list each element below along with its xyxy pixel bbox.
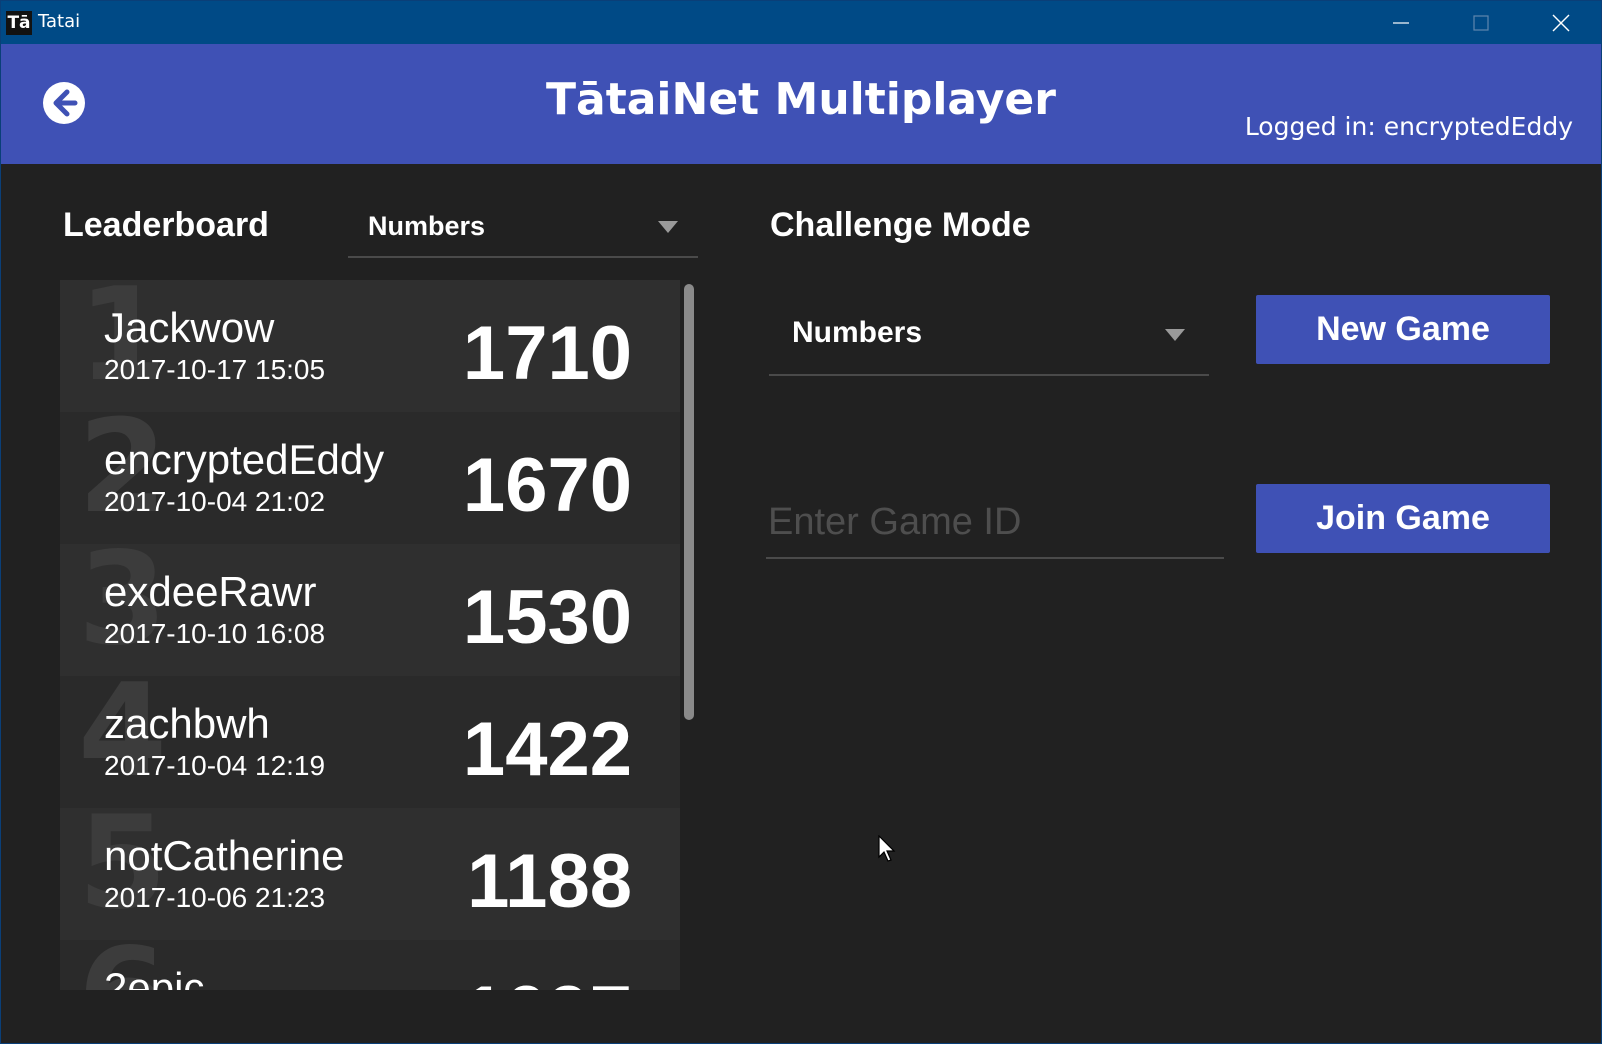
leaderboard-row: 2 encryptedEddy 2017-10-04 21:02 1670 (60, 412, 680, 544)
leaderboard-row: 5 notCatherine 2017-10-06 21:23 1188 (60, 808, 680, 940)
close-icon (1552, 14, 1570, 32)
mouse-pointer-icon (878, 835, 896, 862)
game-id-field[interactable] (766, 494, 1224, 559)
leaderboard-scrollbar[interactable] (684, 284, 694, 720)
chevron-down-icon (658, 221, 678, 233)
app-window: Tā Tatai TātaiNet Multiplayer Logged in:… (0, 0, 1602, 1044)
leaderboard-heading: Leaderboard (63, 206, 269, 244)
close-button[interactable] (1521, 1, 1601, 44)
leaderboard-row: 1 Jackwow 2017-10-17 15:05 1710 (60, 280, 680, 412)
title-bar[interactable]: Tā Tatai (1, 1, 1601, 44)
leaderboard-category-dropdown[interactable]: Numbers (348, 201, 698, 258)
score-timestamp: 2017-10-04 12:19 (104, 750, 326, 781)
leaderboard-row: 3 exdeeRawr 2017-10-10 16:08 1530 (60, 544, 680, 676)
player-score: 1530 (462, 575, 632, 660)
minimize-button[interactable] (1361, 1, 1441, 44)
chevron-down-icon (1165, 329, 1185, 341)
logged-in-status: Logged in: encryptedEddy (1244, 112, 1573, 141)
join-game-button[interactable]: Join Game (1256, 484, 1550, 553)
player-score: 1710 (462, 311, 632, 396)
leaderboard-category-value: Numbers (368, 211, 486, 241)
window-title: Tatai (38, 11, 81, 32)
player-name: exdeeRawr (104, 568, 317, 615)
maximize-button[interactable] (1441, 1, 1521, 44)
player-name: 2epic (104, 964, 205, 990)
challenge-category-value: Numbers (792, 316, 923, 349)
score-timestamp: 2017-10-06 21:23 (104, 882, 326, 913)
player-name: notCatherine (104, 832, 345, 879)
player-score: 1422 (462, 707, 632, 792)
maximize-icon (1473, 15, 1489, 31)
minimize-icon (1393, 22, 1409, 24)
leaderboard-list[interactable]: 1 Jackwow 2017-10-17 15:05 1710 2 encryp… (60, 280, 680, 990)
challenge-category-dropdown[interactable]: Numbers (769, 306, 1209, 376)
leaderboard-row: 6 2epic 1097 (60, 940, 680, 990)
player-score: 1188 (467, 839, 632, 924)
leaderboard-row: 4 zachbwh 2017-10-04 12:19 1422 (60, 676, 680, 808)
new-game-button[interactable]: New Game (1256, 295, 1550, 364)
player-score: 1670 (462, 443, 632, 528)
player-name: encryptedEddy (104, 436, 385, 483)
score-timestamp: 2017-10-04 21:02 (104, 486, 326, 517)
score-timestamp: 2017-10-17 15:05 (104, 354, 326, 385)
challenge-mode-heading: Challenge Mode (770, 206, 1031, 244)
player-name: zachbwh (104, 700, 270, 747)
player-name: Jackwow (104, 304, 275, 351)
app-header: TātaiNet Multiplayer Logged in: encrypte… (1, 44, 1601, 164)
score-timestamp: 2017-10-10 16:08 (104, 618, 326, 649)
player-score: 1097 (463, 970, 632, 990)
app-icon: Tā (6, 11, 32, 35)
game-id-input[interactable] (768, 494, 1208, 550)
